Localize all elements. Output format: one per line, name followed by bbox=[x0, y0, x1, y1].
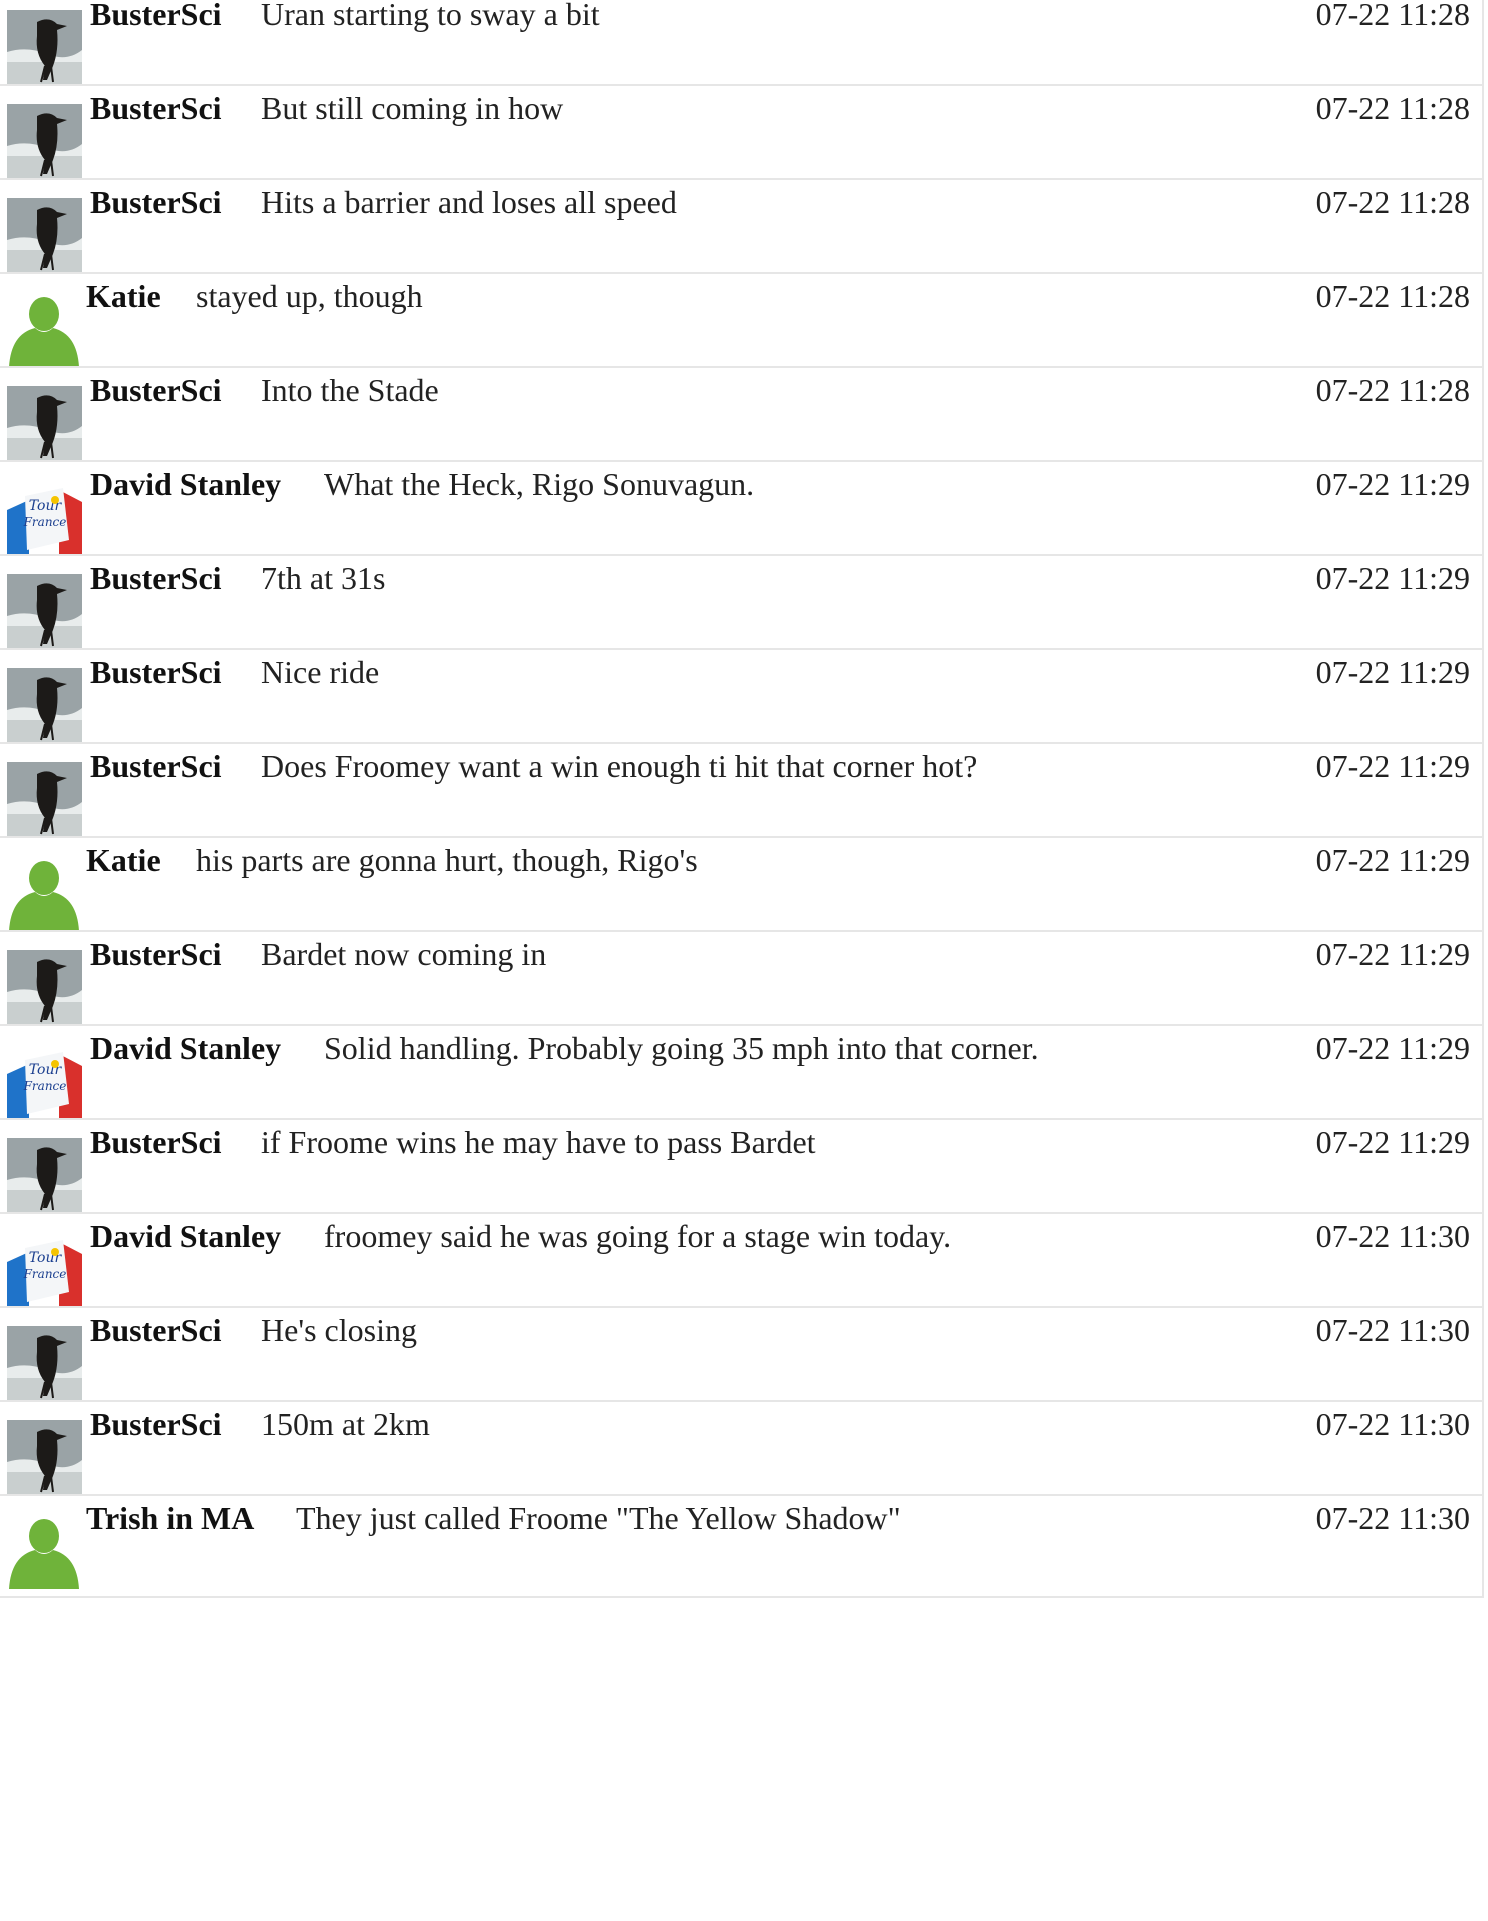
chat-message-row: Tour France David Stanley froomey said he… bbox=[0, 1212, 1484, 1316]
message-username[interactable]: BusterSci bbox=[90, 1124, 222, 1161]
crow-avatar-icon[interactable] bbox=[7, 1420, 82, 1495]
message-timestamp: 07-22 11:29 bbox=[1315, 1030, 1470, 1066]
message-username[interactable]: Katie bbox=[86, 842, 161, 879]
message-text: Into the Stade bbox=[261, 372, 439, 408]
message-text: his parts are gonna hurt, though, Rigo's bbox=[196, 842, 698, 878]
message-timestamp: 07-22 11:28 bbox=[1315, 184, 1470, 220]
message-username[interactable]: BusterSci bbox=[90, 654, 222, 691]
message-text: But still coming in how bbox=[261, 90, 564, 126]
crow-avatar-icon[interactable] bbox=[7, 950, 82, 1025]
message-timestamp: 07-22 11:29 bbox=[1315, 466, 1470, 502]
message-username[interactable]: BusterSci bbox=[90, 1312, 222, 1349]
crow-avatar-icon[interactable] bbox=[7, 10, 82, 85]
message-text: Nice ride bbox=[261, 654, 380, 690]
message-timestamp: 07-22 11:30 bbox=[1315, 1500, 1470, 1536]
chat-message-row: BusterSci Bardet now coming in 07-22 11:… bbox=[0, 930, 1484, 1034]
message-text: froomey said he was going for a stage wi… bbox=[324, 1218, 952, 1254]
message-timestamp: 07-22 11:28 bbox=[1315, 90, 1470, 126]
chat-message-row: BusterSci 150m at 2km 07-22 11:30 bbox=[0, 1400, 1484, 1504]
default-user-avatar-icon[interactable] bbox=[7, 856, 82, 931]
message-text: Does Froomey want a win enough ti hit th… bbox=[261, 748, 978, 784]
message-username[interactable]: David Stanley bbox=[90, 466, 281, 503]
crow-avatar-icon[interactable] bbox=[7, 104, 82, 179]
chat-message-row: Katie his parts are gonna hurt, though, … bbox=[0, 836, 1484, 940]
message-username[interactable]: BusterSci bbox=[90, 748, 222, 785]
message-username[interactable]: BusterSci bbox=[90, 560, 222, 597]
chat-message-row: BusterSci Into the Stade 07-22 11:28 bbox=[0, 366, 1484, 470]
message-timestamp: 07-22 11:30 bbox=[1315, 1312, 1470, 1348]
message-username[interactable]: BusterSci bbox=[90, 936, 222, 973]
message-username[interactable]: David Stanley bbox=[90, 1218, 281, 1255]
message-text: He's closing bbox=[261, 1312, 417, 1348]
message-username[interactable]: Trish in MA bbox=[86, 1500, 254, 1537]
message-text: 7th at 31s bbox=[261, 560, 386, 596]
crow-avatar-icon[interactable] bbox=[7, 386, 82, 461]
message-timestamp: 07-22 11:29 bbox=[1315, 748, 1470, 784]
message-timestamp: 07-22 11:28 bbox=[1315, 372, 1470, 408]
message-text: What the Heck, Rigo Sonuvagun. bbox=[324, 466, 755, 502]
message-timestamp: 07-22 11:29 bbox=[1315, 560, 1470, 596]
chat-message-row: Trish in MA They just called Froome "The… bbox=[0, 1494, 1484, 1598]
message-username[interactable]: BusterSci bbox=[90, 0, 222, 33]
chat-message-row: BusterSci Nice ride 07-22 11:29 bbox=[0, 648, 1484, 752]
chat-message-row: BusterSci Does Froomey want a win enough… bbox=[0, 742, 1484, 846]
chat-message-row: BusterSci Uran starting to sway a bit 07… bbox=[0, 0, 1484, 94]
message-text: Bardet now coming in bbox=[261, 936, 547, 972]
message-text: if Froome wins he may have to pass Barde… bbox=[261, 1124, 816, 1160]
message-timestamp: 07-22 11:29 bbox=[1315, 936, 1470, 972]
tour-de-france-avatar-icon[interactable]: Tour France bbox=[7, 1232, 82, 1307]
message-text: Uran starting to sway a bit bbox=[261, 0, 600, 32]
message-timestamp: 07-22 11:30 bbox=[1315, 1218, 1470, 1254]
chat-message-row: BusterSci But still coming in how 07-22 … bbox=[0, 84, 1484, 188]
svg-text:France: France bbox=[23, 515, 67, 529]
message-username[interactable]: BusterSci bbox=[90, 184, 222, 221]
message-username[interactable]: David Stanley bbox=[90, 1030, 281, 1067]
svg-text:France: France bbox=[23, 1079, 67, 1093]
message-timestamp: 07-22 11:29 bbox=[1315, 1124, 1470, 1160]
message-timestamp: 07-22 11:29 bbox=[1315, 654, 1470, 690]
chat-message-row: BusterSci 7th at 31s 07-22 11:29 bbox=[0, 554, 1484, 658]
message-timestamp: 07-22 11:28 bbox=[1315, 0, 1470, 32]
message-username[interactable]: BusterSci bbox=[90, 90, 222, 127]
message-timestamp: 07-22 11:30 bbox=[1315, 1406, 1470, 1442]
message-username[interactable]: BusterSci bbox=[90, 372, 222, 409]
crow-avatar-icon[interactable] bbox=[7, 762, 82, 837]
default-user-avatar-icon[interactable] bbox=[7, 292, 82, 367]
tour-de-france-avatar-icon[interactable]: Tour France bbox=[7, 1044, 82, 1119]
default-user-avatar-icon[interactable] bbox=[7, 1514, 82, 1589]
message-text: stayed up, though bbox=[196, 278, 423, 314]
message-text: Solid handling. Probably going 35 mph in… bbox=[324, 1030, 1039, 1066]
message-timestamp: 07-22 11:28 bbox=[1315, 278, 1470, 314]
tour-de-france-avatar-icon[interactable]: Tour France bbox=[7, 480, 82, 555]
message-text: 150m at 2km bbox=[261, 1406, 430, 1442]
message-username[interactable]: BusterSci bbox=[90, 1406, 222, 1443]
crow-avatar-icon[interactable] bbox=[7, 1138, 82, 1213]
chat-message-row: Katie stayed up, though 07-22 11:28 bbox=[0, 272, 1484, 376]
crow-avatar-icon[interactable] bbox=[7, 198, 82, 273]
message-timestamp: 07-22 11:29 bbox=[1315, 842, 1470, 878]
crow-avatar-icon[interactable] bbox=[7, 1326, 82, 1401]
chat-message-row: BusterSci He's closing 07-22 11:30 bbox=[0, 1306, 1484, 1410]
chat-message-row: BusterSci Hits a barrier and loses all s… bbox=[0, 178, 1484, 282]
chat-message-row: Tour France David Stanley Solid handling.… bbox=[0, 1024, 1484, 1128]
chat-message-row: BusterSci if Froome wins he may have to … bbox=[0, 1118, 1484, 1222]
svg-text:France: France bbox=[23, 1267, 67, 1281]
message-username[interactable]: Katie bbox=[86, 278, 161, 315]
crow-avatar-icon[interactable] bbox=[7, 668, 82, 743]
message-text: Hits a barrier and loses all speed bbox=[261, 184, 677, 220]
message-text: They just called Froome "The Yellow Shad… bbox=[296, 1500, 901, 1536]
crow-avatar-icon[interactable] bbox=[7, 574, 82, 649]
chat-message-row: Tour France David Stanley What the Heck, … bbox=[0, 460, 1484, 564]
